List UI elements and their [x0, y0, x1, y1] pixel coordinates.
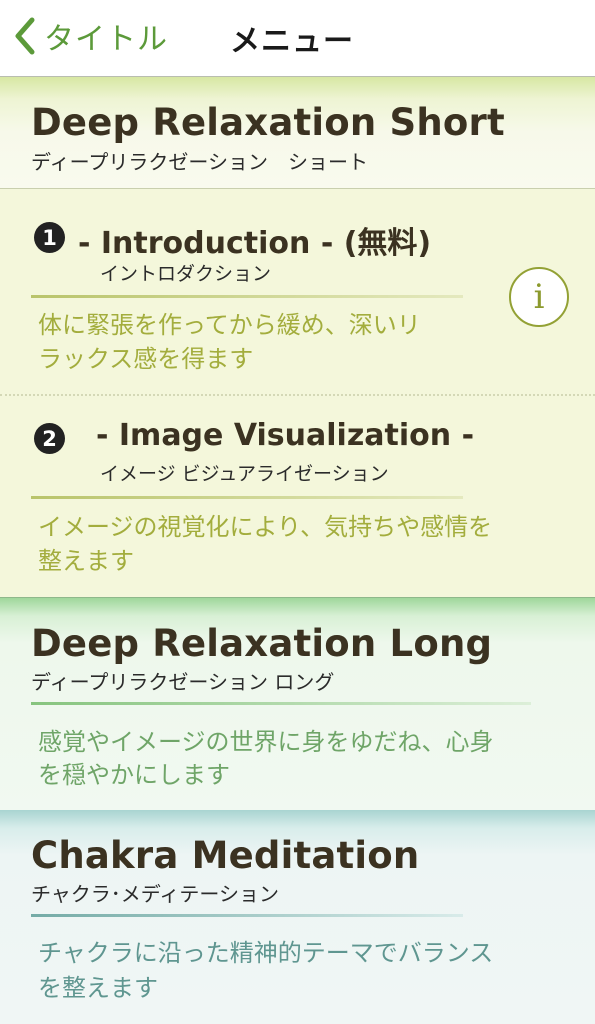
section-deep-relaxation-short-header[interactable]: Deep Relaxation Short ディープリラクゼーション ショート	[0, 77, 595, 189]
section-description-line-2: を整えます	[38, 974, 158, 1002]
number-2-badge: 2	[34, 423, 65, 454]
item-description-line-2: 整えます	[38, 547, 134, 575]
navigation-bar: タイトル メニュー	[0, 0, 595, 77]
item-description-line-1: 体に緊張を作ってから緩め、深いリ	[38, 311, 421, 339]
item-title: - Image Visualization -	[96, 418, 475, 453]
info-icon[interactable]: i	[509, 267, 569, 327]
page-title: メニュー	[230, 24, 354, 59]
back-button-label: タイトル	[44, 22, 168, 57]
section-subtitle: ディープリラクゼーション ロング	[31, 670, 335, 694]
number-1-badge: 1	[34, 222, 65, 253]
section-description-line-2: を穏やかにします	[38, 761, 230, 789]
section-title: Deep Relaxation Long	[31, 622, 493, 665]
section-subtitle: チャクラ･メディテーション	[31, 882, 279, 906]
section-title: Deep Relaxation Short	[31, 101, 505, 144]
divider-line	[31, 496, 463, 499]
divider-line	[31, 914, 463, 917]
chevron-left-icon	[15, 17, 35, 55]
section-subtitle: ディープリラクゼーション ショート	[31, 150, 368, 174]
item-title: - Introduction - (無料)	[78, 226, 432, 261]
section-deep-relaxation-short-items: 1 - Introduction - (無料) イントロダクション 体に緊張を作…	[0, 189, 595, 597]
section-deep-relaxation-long[interactable]: Deep Relaxation Long ディープリラクゼーション ロング 感覚…	[0, 597, 595, 811]
item-description-line-1: イメージの視覚化により、気持ちや感情を	[38, 513, 493, 541]
divider-line	[31, 702, 531, 705]
section-title: Chakra Meditation	[31, 834, 420, 877]
list-item-image-visualization[interactable]: 2 - Image Visualization - イメージ ビジュアライゼーシ…	[0, 396, 595, 597]
list-item-introduction[interactable]: 1 - Introduction - (無料) イントロダクション 体に緊張を作…	[0, 189, 595, 394]
section-description-line-1: チャクラに沿った精神的テーマでバランス	[38, 939, 494, 967]
item-subtitle: イントロダクション	[100, 263, 272, 285]
item-description-line-2: ラックス感を得ます	[38, 345, 254, 373]
back-button[interactable]: タイトル	[14, 14, 168, 58]
item-subtitle: イメージ ビジュアライゼーション	[100, 463, 389, 485]
divider-line	[31, 295, 463, 298]
section-chakra-meditation[interactable]: Chakra Meditation チャクラ･メディテーション チャクラに沿った…	[0, 810, 595, 1024]
section-description-line-1: 感覚やイメージの世界に身をゆだね、心身	[38, 728, 494, 756]
